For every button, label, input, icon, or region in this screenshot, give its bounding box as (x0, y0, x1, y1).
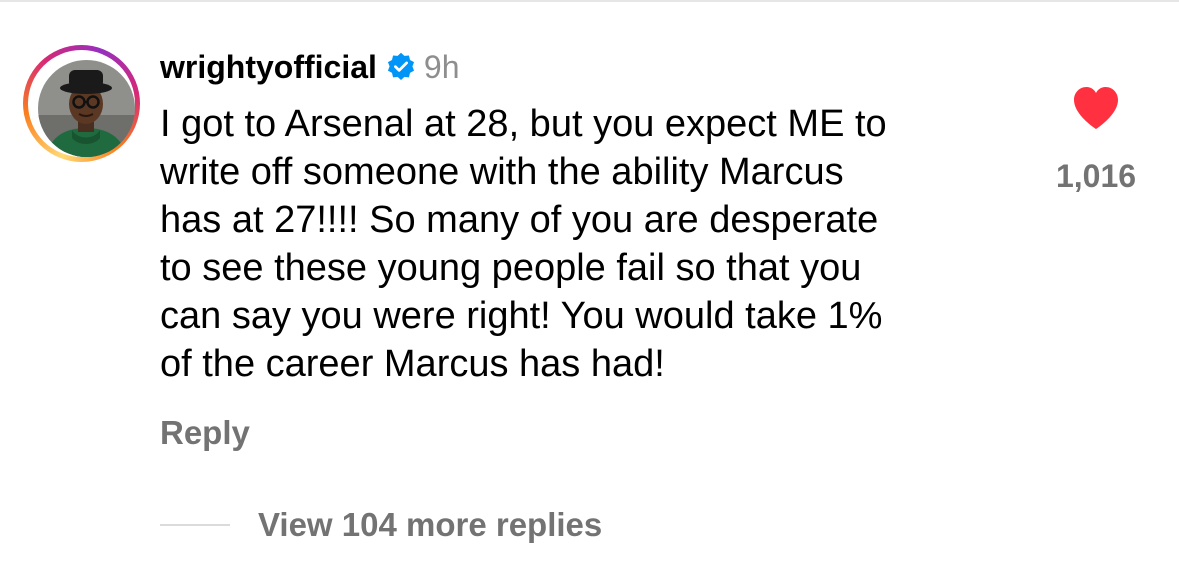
comment-text-line: can say you were right! You would take 1… (160, 295, 883, 337)
username-link[interactable]: wrightyofficial (160, 49, 377, 86)
comment-text-line: to see these young people fail so that y… (160, 247, 862, 289)
avatar[interactable] (38, 60, 135, 157)
comment-text-line: I got to Arsenal at 28, but you expect M… (160, 103, 887, 145)
comment-text: I got to Arsenal at 28, but you expect M… (160, 100, 1040, 388)
top-divider (0, 0, 1179, 2)
comment-text-line: of the career Marcus has had! (160, 343, 665, 385)
like-count: 1,016 (1055, 158, 1137, 194)
reply-button[interactable]: Reply (160, 414, 250, 452)
view-replies-button[interactable]: View 104 more replies (160, 502, 602, 548)
verified-badge-icon (386, 52, 416, 82)
avatar-story-ring[interactable] (23, 45, 140, 162)
comment-text-line: has at 27!!!! So many of you are despera… (160, 199, 879, 241)
view-replies-label: View 104 more replies (258, 506, 603, 543)
comment-header: wrightyofficial 9h (160, 45, 460, 89)
comment-text-line: write off someone with the ability Marcu… (160, 151, 844, 193)
timestamp: 9h (423, 48, 460, 85)
heart-filled-icon[interactable] (1072, 86, 1120, 130)
replies-divider (160, 524, 230, 526)
